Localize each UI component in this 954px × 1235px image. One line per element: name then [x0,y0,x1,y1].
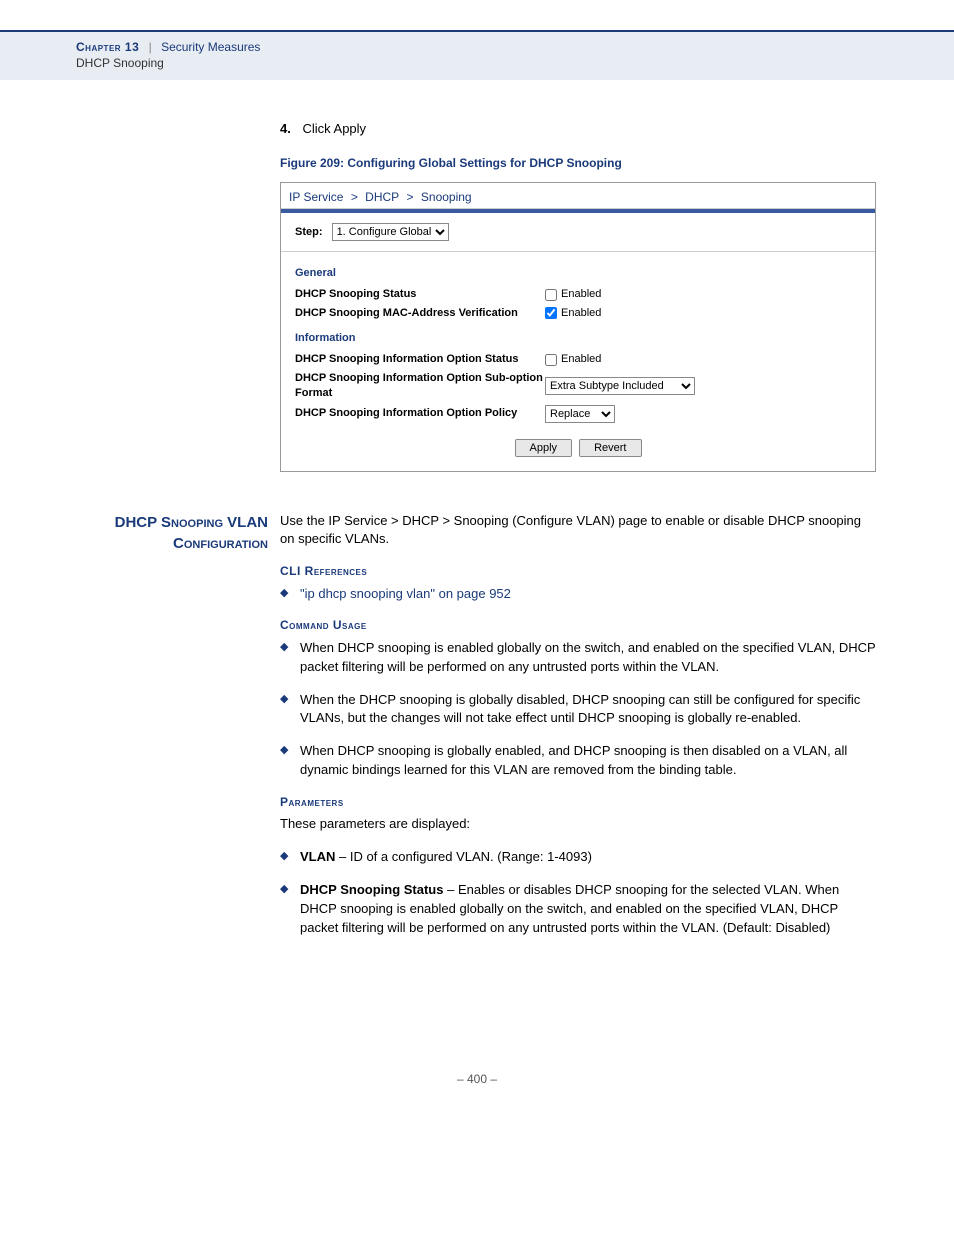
param-name: VLAN [300,849,335,864]
cli-references-heading: CLI References [280,563,878,580]
parameter-item: DHCP Snooping Status – Enables or disabl… [280,881,878,938]
option-policy-select[interactable]: Replace [545,405,615,423]
figure-caption: Figure 209: Configuring Global Settings … [280,156,878,170]
step-selector-row: Step: 1. Configure Global [281,213,875,252]
field-label: DHCP Snooping Information Option Policy [295,406,545,421]
section-title: Security Measures [161,40,260,54]
revert-button[interactable]: Revert [579,439,641,457]
row-suboption-format: DHCP Snooping Information Option Sub-opt… [295,371,861,402]
config-panel: IP Service > DHCP > Snooping Step: 1. Co… [280,182,876,472]
step-4: 4. Click Apply [280,121,878,136]
section-header-general: General [295,266,861,281]
page-header: Chapter 13 | Security Measures DHCP Snoo… [0,30,954,81]
side-heading: DHCP Snooping VLAN Configuration [76,512,280,952]
intro-paragraph: Use the IP Service > DHCP > Snooping (Co… [280,512,878,550]
cli-reference-link[interactable]: "ip dhcp snooping vlan" on page 952 [300,586,511,601]
param-desc: – ID of a configured VLAN. (Range: 1-409… [335,849,592,864]
checkbox-text: Enabled [561,306,601,321]
crumb-part: DHCP [365,190,399,204]
checkbox-text: Enabled [561,287,601,302]
parameters-intro: These parameters are displayed: [280,815,878,834]
param-name: DHCP Snooping Status [300,882,443,897]
crumb-sep: > [407,190,414,204]
header-line-1: Chapter 13 | Security Measures [76,40,954,54]
button-row: Apply Revert [295,439,861,457]
snooping-status-checkbox[interactable] [545,289,557,301]
header-subtitle: DHCP Snooping [76,56,954,70]
section-header-information: Information [295,331,861,346]
command-usage-heading: Command Usage [280,617,878,634]
page-number: – 400 – [0,1072,954,1106]
step-select[interactable]: 1. Configure Global [332,223,449,241]
usage-item: When DHCP snooping is globally enabled, … [280,742,878,780]
row-option-policy: DHCP Snooping Information Option Policy … [295,405,861,423]
crumb-part: Snooping [421,190,472,204]
mac-verification-checkbox[interactable] [545,307,557,319]
crumb-sep: > [351,190,358,204]
step-label: Step: [295,226,323,238]
crumb-part: IP Service [289,190,343,204]
info-option-status-checkbox[interactable] [545,354,557,366]
usage-item: When the DHCP snooping is globally disab… [280,691,878,729]
parameter-item: VLAN – ID of a configured VLAN. (Range: … [280,848,878,867]
separator: | [149,40,152,54]
chapter-label: Chapter 13 [76,40,139,54]
field-label: DHCP Snooping Information Option Sub-opt… [295,371,545,402]
row-mac-verification: DHCP Snooping MAC-Address Verification E… [295,306,861,321]
row-snooping-status: DHCP Snooping Status Enabled [295,287,861,302]
field-label: DHCP Snooping Status [295,287,545,302]
apply-button[interactable]: Apply [515,439,573,457]
field-label: DHCP Snooping Information Option Status [295,352,545,367]
usage-item: When DHCP snooping is enabled globally o… [280,639,878,677]
step-text: Click Apply [302,121,366,136]
breadcrumb: IP Service > DHCP > Snooping [281,183,875,209]
checkbox-text: Enabled [561,352,601,367]
cli-reference-item: "ip dhcp snooping vlan" on page 952 [280,585,878,604]
suboption-format-select[interactable]: Extra Subtype Included [545,377,695,395]
step-number: 4. [280,121,291,136]
field-label: DHCP Snooping MAC-Address Verification [295,306,545,321]
row-info-option-status: DHCP Snooping Information Option Status … [295,352,861,367]
parameters-heading: Parameters [280,794,878,811]
